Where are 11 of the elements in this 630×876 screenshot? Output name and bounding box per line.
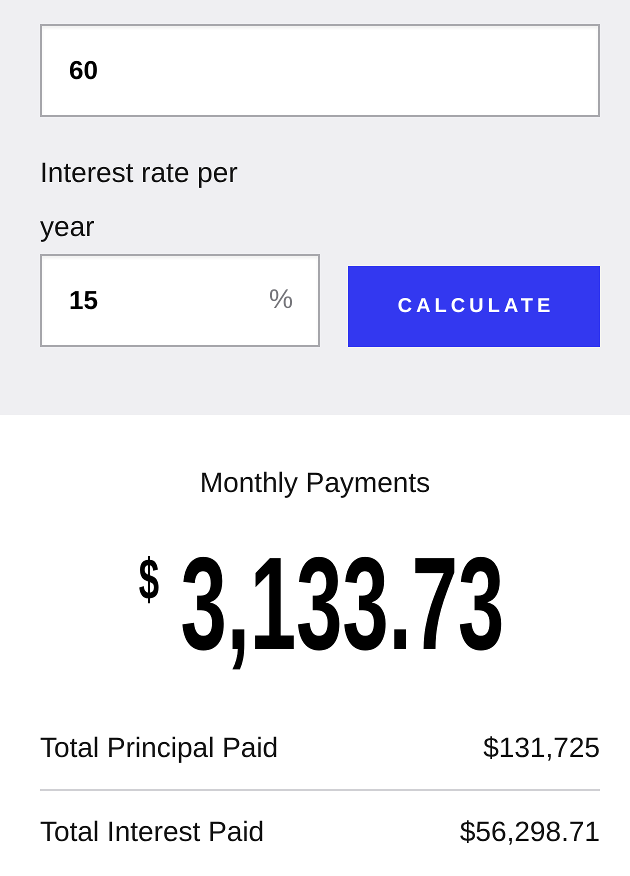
summary-value: $131,725 [483,731,600,765]
summary-label: Total Principal Paid [40,731,278,765]
input-field[interactable]: 60 [40,24,600,117]
currency-symbol: $ [138,551,160,609]
monthly-amount: 3,133.73 [180,538,504,670]
field-label: Interest rate per year [40,156,239,244]
calculate-button[interactable]: CALCULATE [348,266,600,347]
summary-label: Total Interest Paid [40,815,264,849]
percent-unit: % [268,283,293,315]
result-title: Monthly Payments [198,466,432,500]
summary-value: $56,298.71 [460,815,600,849]
